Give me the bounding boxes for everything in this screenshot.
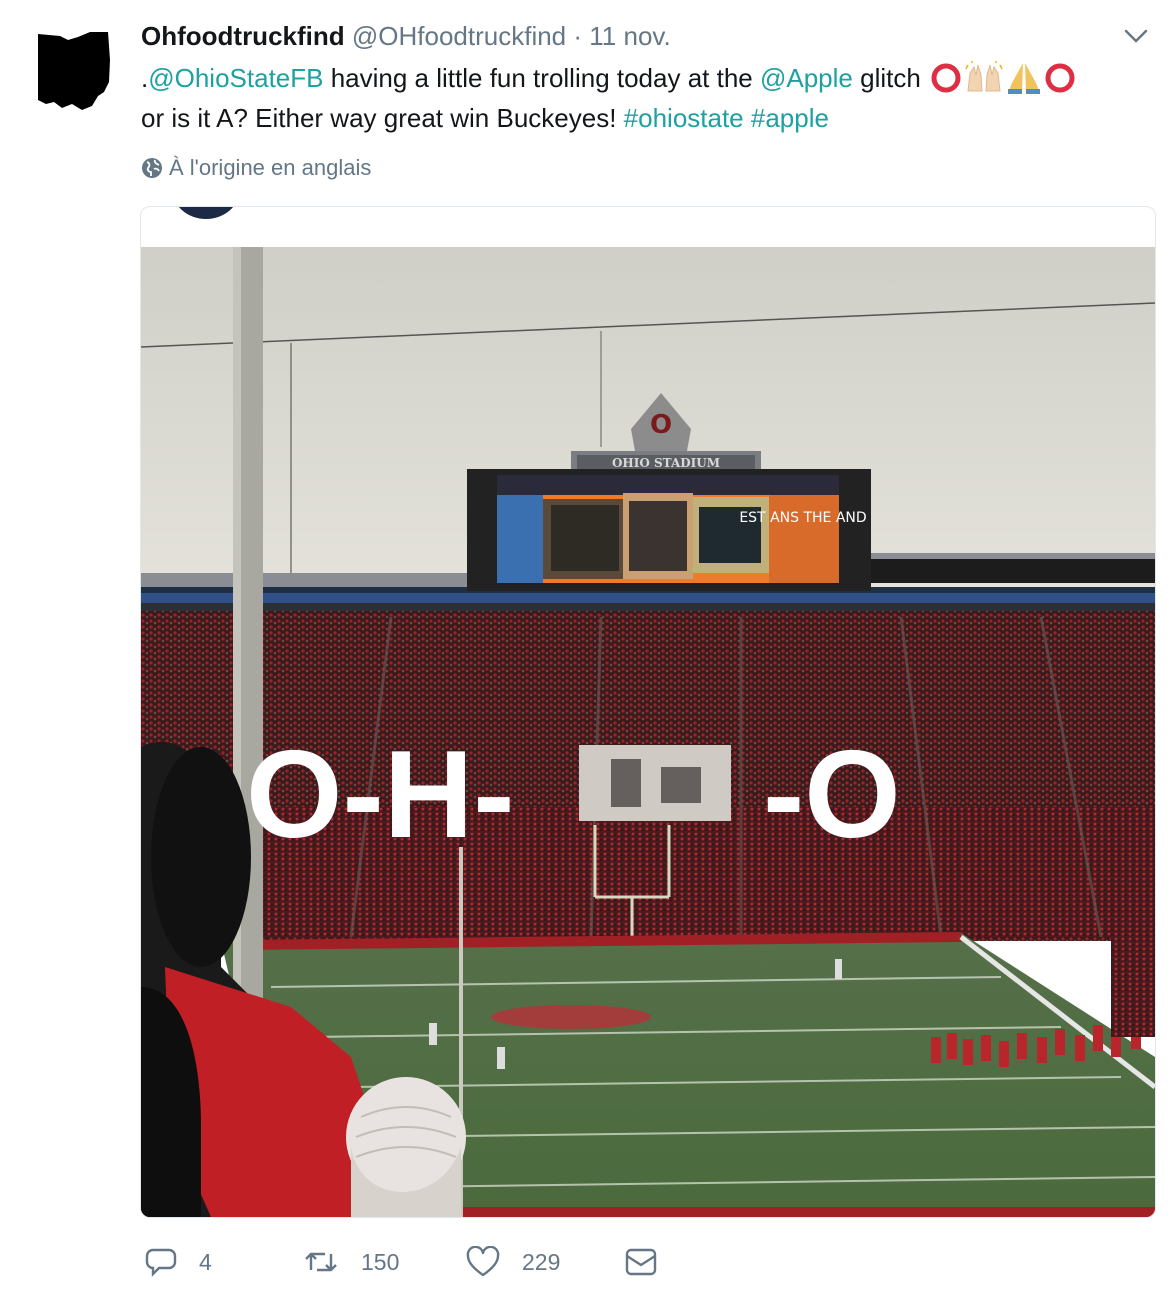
tweet-date[interactable]: 11 nov. <box>589 21 670 51</box>
hashtag-apple[interactable]: #apple <box>751 103 829 133</box>
raising-hands-icon <box>965 61 1003 92</box>
source-avatar-partial: ★★★★ <box>178 207 234 219</box>
stadium-photo[interactable]: OHIO STADIUM O EST ANS THE AND O-H- -O <box>141 247 1155 1217</box>
user-handle[interactable]: @OHfoodtruckfind <box>352 21 566 51</box>
media-card[interactable]: ★★★★ OHIO STADIUM O EST ANS THE AND O-H-… <box>140 206 1156 1218</box>
retweet-icon <box>305 1252 337 1272</box>
tweet-text-part-1: having a little fun trolling today at th… <box>323 63 760 93</box>
tweet-text-part-3: or is it A? Either way great win Buckeye… <box>141 103 624 133</box>
tweet-text-part-2: glitch <box>852 63 929 93</box>
svg-text:O: O <box>650 410 672 440</box>
tweet-header: Ohfoodtruckfind @OHfoodtruckfind · 11 no… <box>141 20 671 52</box>
chevron-down-icon[interactable] <box>1122 26 1150 46</box>
display-name[interactable]: Ohfoodtruckfind <box>141 21 345 51</box>
video-board-text: EST ANS THE AND <box>739 510 866 526</box>
folded-hands-icon <box>1008 63 1041 95</box>
separator-dot: · <box>573 21 583 51</box>
reply-count: 4 <box>199 1248 212 1275</box>
red-circle-icon <box>931 63 961 93</box>
stadium-sign: OHIO STADIUM <box>612 456 720 470</box>
translation-note[interactable]: À l'origine en anglais <box>141 153 371 183</box>
retweet-count: 150 <box>361 1248 400 1275</box>
hashtag-ohiostate[interactable]: #ohiostate <box>624 103 744 133</box>
overlay-letters-left: O-H- <box>246 726 515 864</box>
like-icon <box>466 1246 500 1277</box>
globe-icon <box>142 157 162 178</box>
red-circle-icon <box>1045 63 1075 93</box>
tweet-actions: 4 150 229 <box>0 1240 1176 1284</box>
mention-apple[interactable]: @Apple <box>760 63 853 93</box>
like-count: 229 <box>522 1248 561 1275</box>
tweet-text: .@OhioStateFB having a little fun trolli… <box>141 58 1151 138</box>
ohio-state-shape-icon <box>38 32 110 110</box>
reply-button[interactable]: 4 <box>145 1240 212 1284</box>
direct-message-icon <box>625 1248 657 1276</box>
like-button[interactable]: 229 <box>466 1240 560 1284</box>
avatar[interactable] <box>32 30 114 112</box>
reply-icon <box>145 1248 177 1277</box>
overlay-letters-right: -O <box>763 726 901 864</box>
translation-note-label: À l'origine en anglais <box>169 155 372 180</box>
mention-ohiostatefb[interactable]: @OhioStateFB <box>148 63 323 93</box>
retweet-button[interactable]: 150 <box>303 1240 399 1284</box>
direct-message-button[interactable] <box>625 1240 679 1284</box>
